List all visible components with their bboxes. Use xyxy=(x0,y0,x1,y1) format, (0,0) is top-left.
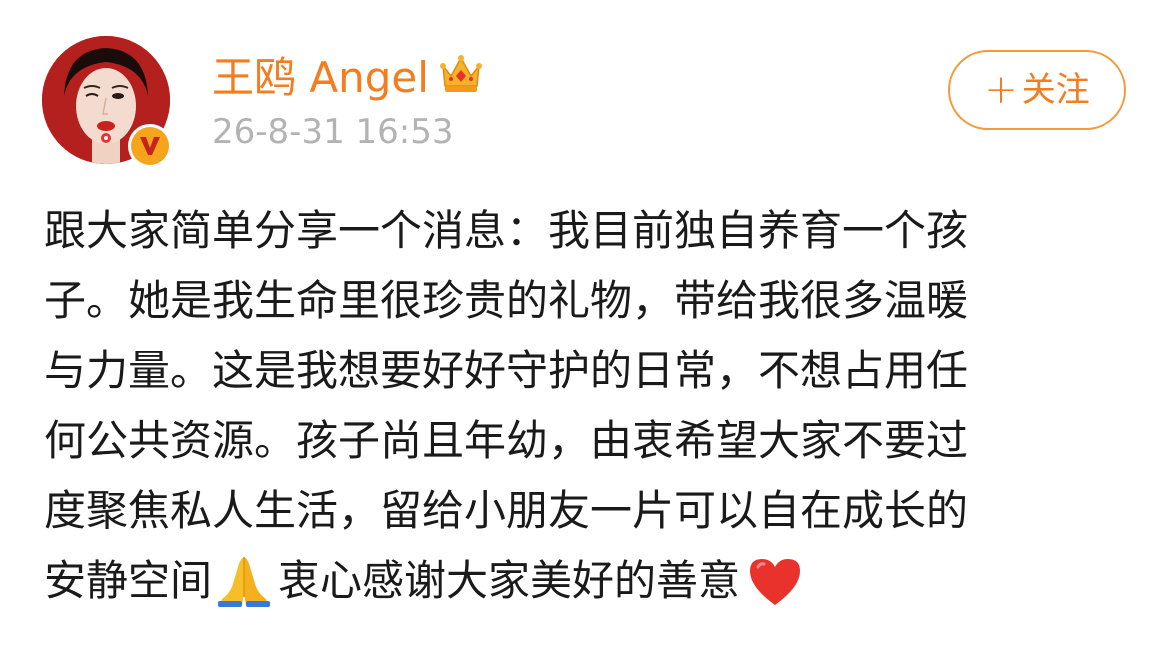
verified-v-icon xyxy=(131,127,169,165)
content-line-last: 安静空间 衷心感谢大家美好的善意 xyxy=(44,546,1134,616)
content-line: 跟大家简单分享一个消息：我目前独自养育一个孩 xyxy=(44,206,969,255)
post-timestamp: 26-8-31 16:53 xyxy=(212,112,454,152)
content-line: 子。她是我生命里很珍贵的礼物，带给我很多温暖 xyxy=(44,276,969,325)
weibo-post: 王鸥 Angel 26-8-31 16:53 + 关注 跟大家简单分享一个消息：… xyxy=(0,0,1170,653)
follow-button[interactable]: + 关注 xyxy=(948,50,1126,130)
content-text: 安静空间 xyxy=(44,556,213,605)
content-text: 衷心感谢大家美好的善意 xyxy=(278,556,741,605)
author-row: 王鸥 Angel xyxy=(212,44,485,104)
folded-hands-icon xyxy=(218,557,271,607)
follow-label: 关注 xyxy=(1021,70,1090,110)
red-heart-icon xyxy=(750,559,801,605)
verified-badge xyxy=(128,124,172,168)
plus-icon: + xyxy=(984,67,1018,113)
content-line: 与力量。这是我想要好好守护的日常，不想占用任 xyxy=(44,346,969,395)
crown-icon xyxy=(439,55,482,92)
content-line: 度聚焦私人生活，留给小朋友一片可以自在成长的 xyxy=(44,486,969,535)
author-name[interactable]: 王鸥 Angel xyxy=(212,44,429,105)
post-content: 跟大家简单分享一个消息：我目前独自养育一个孩 子。她是我生命里很珍贵的礼物，带给… xyxy=(44,196,1134,616)
content-line: 何公共资源。孩子尚且年幼，由衷希望大家不要过 xyxy=(44,416,969,465)
